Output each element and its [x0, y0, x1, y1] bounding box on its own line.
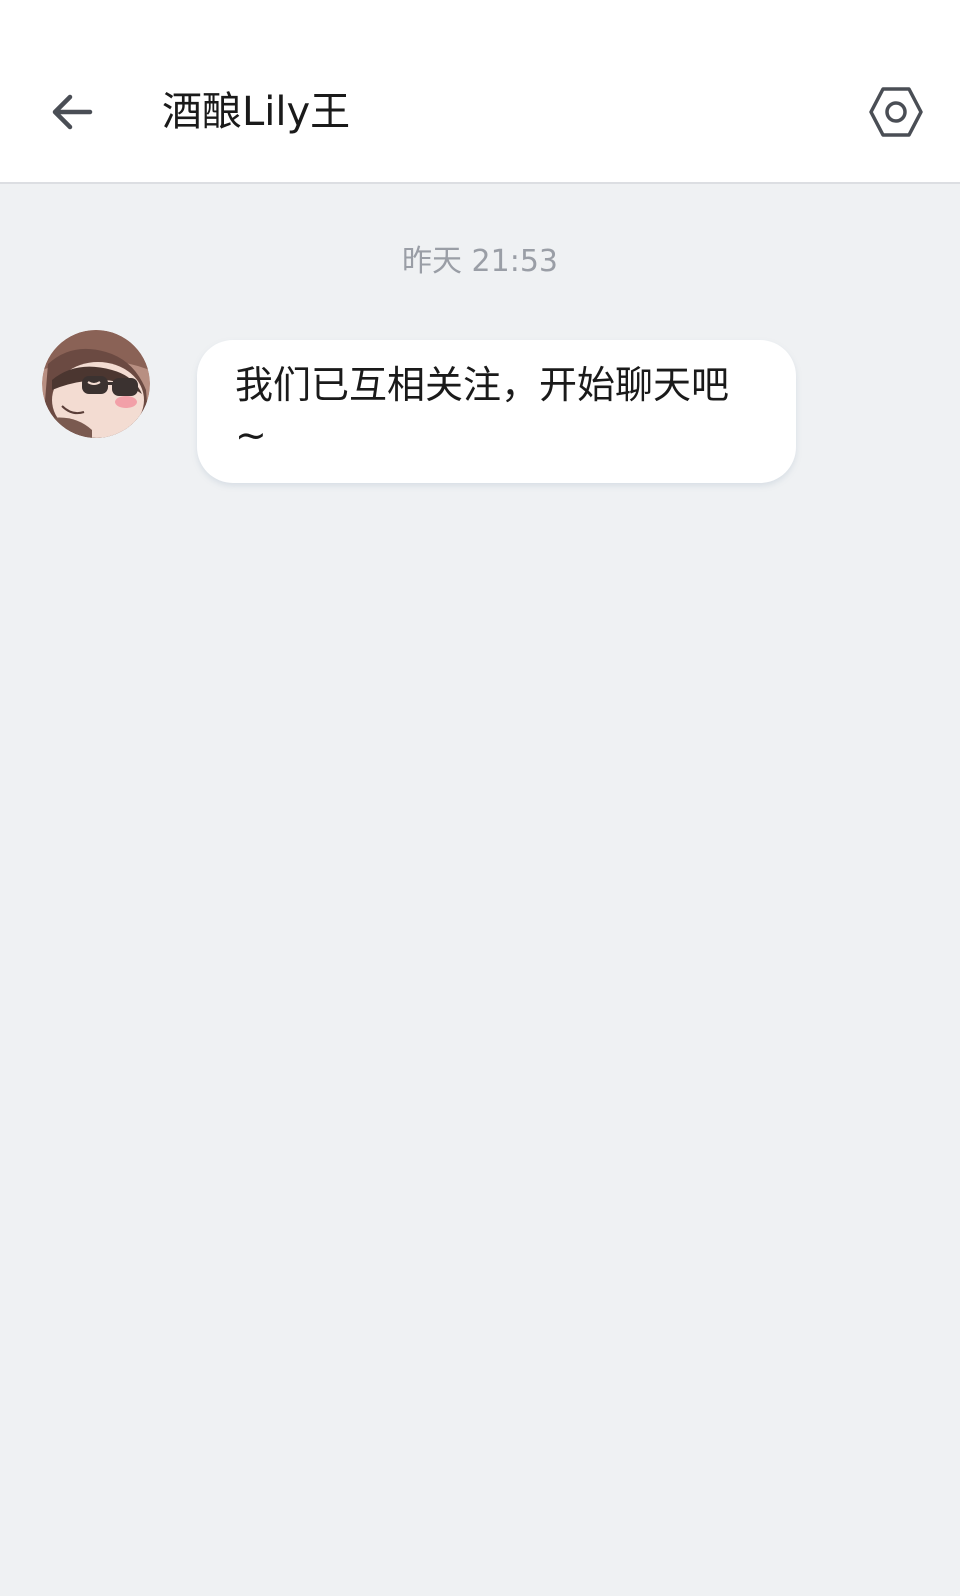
message-bubble[interactable]: 我们已互相关注，开始聊天吧~ [197, 340, 796, 483]
avatar[interactable] [42, 330, 150, 438]
arrow-left-icon [52, 94, 93, 130]
settings-button[interactable] [862, 78, 930, 146]
back-button[interactable] [36, 76, 108, 148]
message-timestamp: 昨天 21:53 [402, 244, 558, 279]
chat-title: 酒酿Lily王 [162, 89, 351, 135]
message-text: 我们已互相关注，开始聊天吧~ [235, 363, 730, 457]
chat-header: 酒酿Lily王 [0, 0, 960, 184]
hexagon-settings-icon [869, 87, 923, 137]
cartoon-avatar-sunglasses [42, 330, 150, 438]
